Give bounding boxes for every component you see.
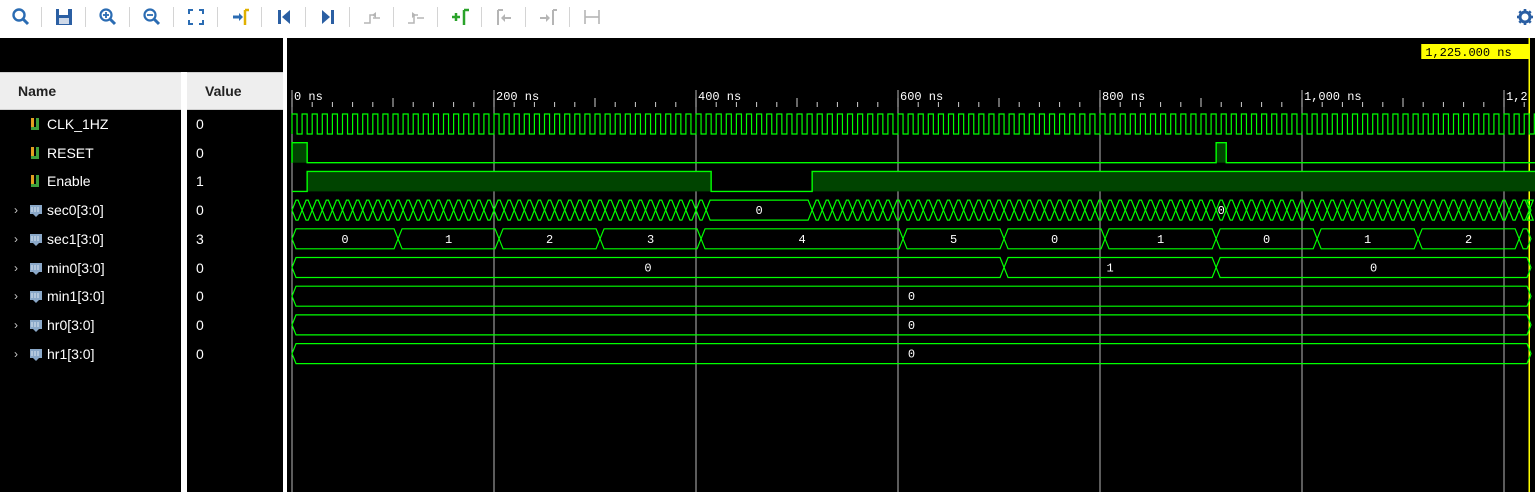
signal-name: hr1[3:0] — [47, 346, 95, 362]
signal-value: 3 — [196, 231, 204, 247]
ruler-tick-label: 400 ns — [698, 90, 741, 104]
go-to-cursor-icon[interactable] — [229, 6, 251, 28]
sec1-waveform-value-label: 0 — [1051, 233, 1058, 247]
min1-waveform-value-label: 0 — [908, 290, 915, 304]
signal-name: sec0[3:0] — [47, 202, 104, 218]
add-marker-icon[interactable] — [449, 6, 471, 28]
expand-chevron-icon[interactable]: › — [14, 289, 28, 303]
min0-waveform-value-label: 0 — [644, 262, 651, 276]
settings-icon[interactable] — [1514, 6, 1535, 28]
expand-chevron-icon[interactable]: › — [14, 261, 28, 275]
bus-signal-icon — [28, 231, 44, 247]
name-column-header[interactable]: Name — [0, 72, 181, 110]
expand-chevron-icon[interactable]: › — [14, 318, 28, 332]
signal-row-4[interactable]: › sec1[3:0] — [14, 228, 104, 250]
go-to-start-icon[interactable] — [273, 6, 295, 28]
signal-row-5[interactable]: › min0[3:0] — [14, 257, 105, 279]
bus-signal-icon — [28, 260, 44, 276]
ruler-tick-label: 1,000 ns — [1304, 90, 1362, 104]
value-column-header[interactable]: Value — [187, 72, 283, 110]
ruler-tick-label: 200 ns — [496, 90, 539, 104]
signal-row-2[interactable]: Enable — [14, 170, 91, 192]
ruler-tick-label: 600 ns — [900, 90, 943, 104]
bus-signal-icon — [28, 288, 44, 304]
zoom-fit-icon[interactable] — [185, 6, 207, 28]
bit-signal-icon — [28, 116, 44, 132]
expand-chevron-icon[interactable]: › — [14, 203, 28, 217]
bus-signal-icon — [28, 346, 44, 362]
min0-waveform-value-label: 0 — [1370, 262, 1377, 276]
sec1-waveform-value-label: 3 — [647, 233, 654, 247]
signal-name: min1[3:0] — [47, 288, 105, 304]
signal-row-0[interactable]: CLK_1HZ — [14, 113, 108, 135]
reset-waveform-high-fill — [1216, 142, 1227, 163]
signal-value: 0 — [196, 145, 204, 161]
bus-signal-icon — [28, 202, 44, 218]
next-marker-icon[interactable] — [537, 6, 559, 28]
toolbar — [0, 0, 1535, 36]
previous-transition-icon[interactable] — [361, 6, 383, 28]
signal-name: Enable — [47, 173, 91, 189]
signal-name: RESET — [47, 145, 94, 161]
sec1-waveform-value-label: 5 — [950, 233, 957, 247]
sec1-waveform-value-label: 4 — [798, 233, 805, 247]
zoom-out-icon[interactable] — [141, 6, 163, 28]
next-transition-icon[interactable] — [405, 6, 427, 28]
signal-name: sec1[3:0] — [47, 231, 104, 247]
previous-marker-icon[interactable] — [493, 6, 515, 28]
sec1-waveform-value-label: 1 — [445, 233, 452, 247]
signal-value: 0 — [196, 317, 204, 333]
expand-chevron-icon[interactable]: › — [14, 232, 28, 246]
sec1-waveform-value-label: 0 — [341, 233, 348, 247]
value-header-label: Value — [205, 83, 242, 99]
signal-row-7[interactable]: › hr0[3:0] — [14, 314, 94, 336]
enable-waveform-high-fill — [307, 171, 712, 192]
expand-chevron-icon[interactable]: › — [14, 347, 28, 361]
sec0-waveform-value-label: 0 — [756, 204, 763, 218]
ruler-tick-label: 800 ns — [1102, 90, 1145, 104]
signal-value: 1 — [196, 173, 204, 189]
name-header-label: Name — [18, 83, 57, 99]
signal-value: 0 — [196, 288, 204, 304]
signal-row-6[interactable]: › min1[3:0] — [14, 285, 105, 307]
names-panel-top — [0, 38, 283, 72]
hr0-waveform-value-label: 0 — [908, 319, 915, 333]
reset-waveform-high-fill — [292, 142, 308, 163]
search-icon[interactable] — [10, 6, 32, 28]
cursor-time-label: 1,225.000 ns — [1425, 46, 1511, 60]
save-icon[interactable] — [53, 6, 75, 28]
sec1-waveform-value-label: 2 — [1465, 233, 1472, 247]
swap-cursors-icon[interactable] — [581, 6, 603, 28]
signal-value: 0 — [196, 202, 204, 218]
waveform-canvas[interactable]: 0 ns 200 ns 400 ns 600 ns 800 ns 1,000 ns 1,2 1… — [287, 38, 1535, 492]
signal-row-3[interactable]: › sec0[3:0] — [14, 199, 104, 221]
signal-row-1[interactable]: RESET — [14, 142, 94, 164]
ruler-tick-label: 1,2 — [1506, 90, 1528, 104]
signal-name: CLK_1HZ — [47, 116, 109, 132]
go-to-end-icon[interactable] — [317, 6, 339, 28]
signal-value: 0 — [196, 260, 204, 276]
bit-signal-icon — [28, 173, 44, 189]
sec1-waveform-value-label: 1 — [1157, 233, 1164, 247]
signal-value: 0 — [196, 116, 204, 132]
hr1-waveform-value-label: 0 — [908, 348, 915, 362]
sec1-waveform-value-label: 1 — [1364, 233, 1371, 247]
min0-waveform-value-label: 1 — [1106, 262, 1113, 276]
signal-name: hr0[3:0] — [47, 317, 95, 333]
zoom-in-icon[interactable] — [97, 6, 119, 28]
sec1-waveform-value-label: 2 — [546, 233, 553, 247]
bit-signal-icon — [28, 145, 44, 161]
bus-signal-icon — [28, 317, 44, 333]
signal-name: min0[3:0] — [47, 260, 105, 276]
enable-waveform-high-fill — [812, 171, 1535, 192]
signal-value: 0 — [196, 346, 204, 362]
signal-row-8[interactable]: › hr1[3:0] — [14, 343, 94, 365]
ruler-tick-label: 0 ns — [294, 90, 323, 104]
sec0-waveform-value-label: 0 — [1218, 204, 1225, 218]
sec1-waveform-value-label: 0 — [1263, 233, 1270, 247]
